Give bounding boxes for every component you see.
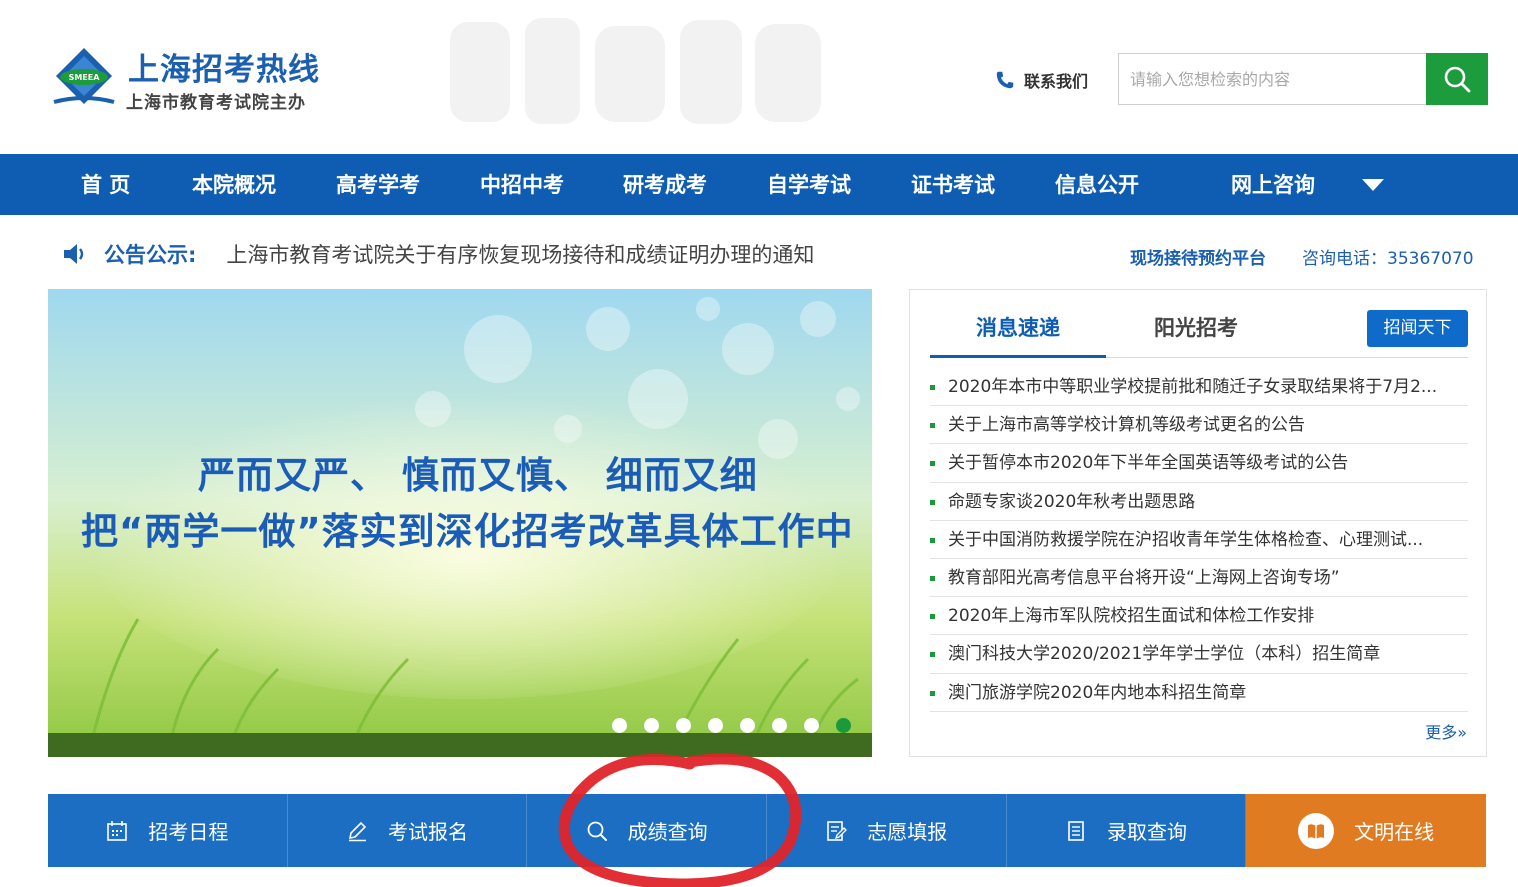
notice-title: 公告公示: bbox=[104, 243, 197, 267]
quick-link-label: 录取查询 bbox=[1106, 820, 1187, 844]
news-tabs: 消息速递 阳光招考 招闻天下 bbox=[930, 310, 1468, 358]
search-button[interactable] bbox=[1426, 53, 1488, 105]
news-world-button[interactable]: 招闻天下 bbox=[1367, 310, 1468, 347]
document-icon bbox=[1068, 820, 1084, 841]
news-item[interactable]: 关于上海市高等学校计算机等级考试更名的公告 bbox=[930, 406, 1468, 445]
quick-link-exam-schedule[interactable]: 招考日程 bbox=[48, 794, 288, 867]
more-link[interactable]: 更多» bbox=[1425, 719, 1467, 743]
search-input[interactable] bbox=[1119, 54, 1427, 104]
reception-booking-link[interactable]: 现场接待预约平台 bbox=[1130, 244, 1266, 269]
nav-item-disclosure[interactable]: 信息公开 bbox=[1055, 154, 1139, 215]
news-item[interactable]: 2020年上海市军队院校招生面试和体检工作安排 bbox=[930, 597, 1468, 636]
carousel-dot[interactable] bbox=[708, 718, 723, 733]
news-list: 2020年本市中等职业学校提前批和随迁子女录取结果将于7月2... 关于上海市高等… bbox=[930, 368, 1468, 712]
news-item[interactable]: 关于中国消防救援学院在沪招收青年学生体格检查、心理测试... bbox=[930, 521, 1468, 559]
book-icon bbox=[1298, 812, 1335, 849]
nav-item-consult[interactable]: 网上咨询 bbox=[1231, 154, 1315, 215]
quick-link-civilization-online[interactable]: 文明在线 bbox=[1246, 794, 1486, 867]
form-icon bbox=[827, 820, 848, 841]
logo-emblem-text: SMEEA bbox=[69, 73, 101, 82]
nav-item-self-study[interactable]: 自学考试 bbox=[767, 154, 851, 215]
news-item[interactable]: 澳门科技大学2020/2021学年学士学位（本科）招生简章 bbox=[930, 635, 1468, 674]
quick-link-label: 招考日程 bbox=[148, 820, 229, 844]
quick-link-label: 考试报名 bbox=[387, 820, 468, 844]
carousel-dot[interactable] bbox=[612, 718, 627, 733]
speaker-icon bbox=[64, 244, 84, 264]
quick-link-application[interactable]: 志愿填报 bbox=[767, 794, 1007, 867]
nav-item-certificate[interactable]: 证书考试 bbox=[911, 154, 995, 215]
banner-headline-1: 严而又严、 慎而又慎、 细而又细 bbox=[198, 454, 758, 497]
contact-us-label: 联系我们 bbox=[1024, 72, 1089, 91]
carousel-dot[interactable] bbox=[836, 718, 851, 733]
quick-link-label: 成绩查询 bbox=[627, 820, 708, 844]
news-panel: 消息速递 阳光招考 招闻天下 2020年本市中等职业学校提前批和随迁子女录取结果… bbox=[909, 289, 1487, 757]
carousel-dot[interactable] bbox=[804, 718, 819, 733]
nav-more-dropdown-icon[interactable] bbox=[1360, 178, 1386, 192]
site-title: 上海招考热线 bbox=[128, 52, 320, 88]
contact-us-link[interactable]: 联系我们 bbox=[994, 66, 1088, 94]
carousel-dot[interactable] bbox=[644, 718, 659, 733]
tab-news-express[interactable]: 消息速递 bbox=[930, 310, 1106, 358]
nav-item-gaokao[interactable]: 高考学考 bbox=[336, 154, 420, 215]
banner-headline-2: 把“两学一做”落实到深化招考改革具体工作中 bbox=[81, 510, 854, 553]
carousel-pagination bbox=[612, 718, 851, 733]
hotline-text: 咨询电话：35367070 bbox=[1302, 249, 1474, 269]
search-icon bbox=[587, 821, 607, 841]
logo-emblem-icon: SMEEA bbox=[53, 48, 115, 104]
quick-link-label: 文明在线 bbox=[1354, 820, 1435, 844]
search-box bbox=[1118, 53, 1488, 105]
notice-link[interactable]: 上海市教育考试院关于有序恢复现场接待和成绩证明办理的通知 bbox=[226, 239, 814, 269]
nav-item-zhongkao[interactable]: 中招中考 bbox=[480, 154, 564, 215]
notice-bar: 公告公示: 上海市教育考试院关于有序恢复现场接待和成绩证明办理的通知 bbox=[62, 237, 814, 271]
quick-links-bar: 招考日程 考试报名 成绩查询 志愿填报 录取查询 文明在线 bbox=[48, 794, 1486, 867]
quick-link-registration[interactable]: 考试报名 bbox=[288, 794, 528, 867]
pencil-icon bbox=[348, 821, 367, 841]
quick-link-score-query[interactable]: 成绩查询 bbox=[527, 794, 767, 867]
site-header: SMEEA 上海招考热线 上海市教育考试院主办 联系我们 bbox=[0, 0, 1518, 154]
phone-icon bbox=[996, 71, 1014, 89]
calendar-icon bbox=[107, 820, 128, 841]
site-logo[interactable]: SMEEA 上海招考热线 上海市教育考试院主办 bbox=[50, 44, 350, 116]
nav-item-home[interactable]: 首 页 bbox=[81, 154, 130, 215]
site-subtitle: 上海市教育考试院主办 bbox=[126, 93, 306, 113]
nav-item-graduate[interactable]: 研考成考 bbox=[623, 154, 707, 215]
news-item[interactable]: 关于暂停本市2020年下半年全国英语等级考试的公告 bbox=[930, 444, 1468, 483]
carousel-dot[interactable] bbox=[740, 718, 755, 733]
quick-link-label: 志愿填报 bbox=[867, 820, 948, 844]
news-item[interactable]: 2020年本市中等职业学校提前批和随迁子女录取结果将于7月2... bbox=[930, 368, 1468, 407]
search-icon bbox=[1444, 66, 1471, 93]
news-item[interactable]: 澳门旅游学院2020年内地本科招生简章 bbox=[930, 674, 1468, 712]
news-item[interactable]: 教育部阳光高考信息平台将开设“上海网上咨询专场” bbox=[930, 559, 1468, 598]
carousel-dot[interactable] bbox=[676, 718, 691, 733]
quick-link-admission-query[interactable]: 录取查询 bbox=[1007, 794, 1247, 867]
nav-item-about[interactable]: 本院概况 bbox=[192, 154, 276, 215]
carousel-dot[interactable] bbox=[772, 718, 787, 733]
main-nav: 首 页 本院概况 高考学考 中招中考 研考成考 自学考试 证书考试 信息公开 网… bbox=[0, 154, 1518, 215]
news-item[interactable]: 命题专家谈2020年秋考出题思路 bbox=[930, 483, 1468, 521]
header-watermark bbox=[450, 18, 821, 124]
banner-carousel[interactable]: 严而又严、 慎而又慎、 细而又细 把“两学一做”落实到深化招考改革具体工作中 bbox=[48, 289, 872, 757]
tab-sunshine-admission[interactable]: 阳光招考 bbox=[1106, 310, 1286, 358]
